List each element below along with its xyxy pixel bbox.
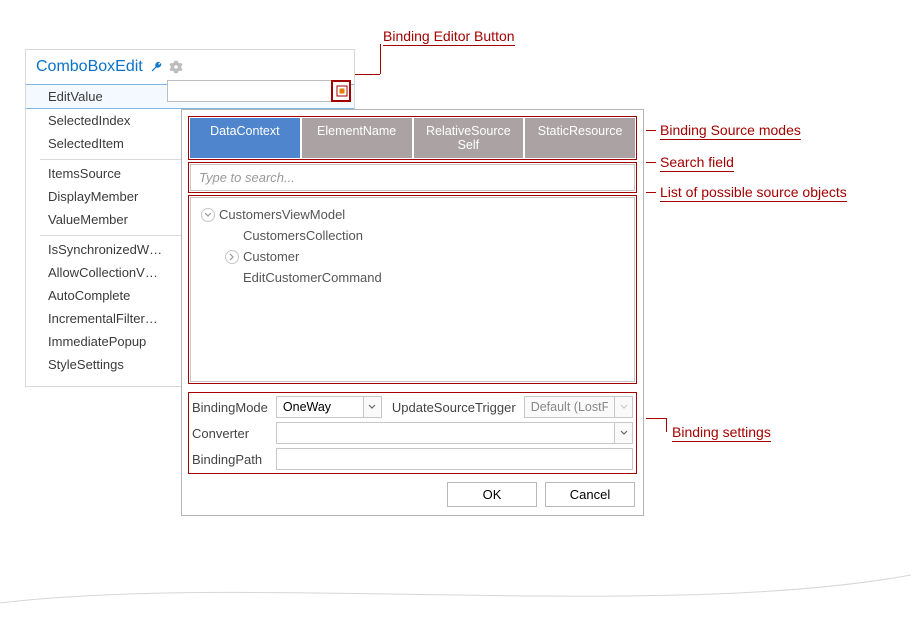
tree-item-label: CustomersCollection xyxy=(243,228,363,243)
tree-item[interactable]: Customer xyxy=(195,246,630,267)
annotation-line xyxy=(646,192,656,193)
cancel-button[interactable]: Cancel xyxy=(545,482,635,507)
chevron-down-icon[interactable] xyxy=(364,396,382,418)
annotation-search-field: Search field xyxy=(660,154,734,172)
binding-editor-button[interactable] xyxy=(332,81,350,101)
page-curl-decoration xyxy=(0,563,911,623)
annotation-source-list: List of possible source objects xyxy=(660,184,847,202)
tab-staticresource[interactable]: StaticResource xyxy=(525,118,635,158)
edit-value-input[interactable] xyxy=(168,81,332,101)
annotation-line xyxy=(380,44,381,74)
control-title: ComboBoxEdit xyxy=(36,58,143,76)
annotation-line xyxy=(352,74,380,75)
property-panel-header: ComboBoxEdit xyxy=(26,50,354,84)
tree-item[interactable]: EditCustomerCommand xyxy=(195,267,630,288)
annotation-line xyxy=(646,162,656,163)
chevron-down-icon[interactable] xyxy=(615,422,633,444)
annotation-binding-button: Binding Editor Button xyxy=(383,28,515,46)
ust-combo[interactable] xyxy=(524,396,615,418)
binding-settings: BindingMode UpdateSourceTrigger xyxy=(190,394,635,472)
annotation-line xyxy=(666,418,667,432)
binding-source-tabs: DataContextElementNameRelativeSource Sel… xyxy=(190,118,635,158)
ust-label: UpdateSourceTrigger xyxy=(384,394,522,420)
tree-item-label: EditCustomerCommand xyxy=(243,270,382,285)
search-input[interactable] xyxy=(190,164,635,191)
search-field-wrap xyxy=(190,164,635,191)
annotation-line xyxy=(646,130,656,131)
converter-combo[interactable] xyxy=(276,422,615,444)
binding-path-label: BindingPath xyxy=(190,446,274,472)
binding-mode-combo[interactable] xyxy=(276,396,364,418)
annotation-binding-settings: Binding settings xyxy=(672,424,771,442)
tab-relativesource-self[interactable]: RelativeSource Self xyxy=(414,118,524,158)
tab-datacontext[interactable]: DataContext xyxy=(190,118,300,158)
annotation-source-modes: Binding Source modes xyxy=(660,122,801,140)
source-object-tree[interactable]: CustomersViewModel CustomersCollection Cus… xyxy=(190,197,635,382)
tree-item-label: CustomersViewModel xyxy=(219,207,345,222)
dialog-buttons: OK Cancel xyxy=(190,482,635,507)
expand-down-icon[interactable] xyxy=(201,208,215,222)
ok-button[interactable]: OK xyxy=(447,482,537,507)
binding-path-input[interactable] xyxy=(276,448,633,470)
chevron-down-icon xyxy=(615,396,633,418)
tab-elementname[interactable]: ElementName xyxy=(302,118,412,158)
expand-right-icon[interactable] xyxy=(225,250,239,264)
binding-mode-label: BindingMode xyxy=(190,394,274,420)
gear-icon[interactable] xyxy=(169,60,183,74)
binding-editor-popup: DataContextElementNameRelativeSource Sel… xyxy=(181,109,644,516)
value-editor xyxy=(167,80,351,102)
tree-item-label: Customer xyxy=(243,249,299,264)
tree-item[interactable]: CustomersCollection xyxy=(195,225,630,246)
wrench-icon[interactable] xyxy=(149,60,163,74)
converter-label: Converter xyxy=(190,420,274,446)
annotation-line xyxy=(646,418,666,419)
tree-item[interactable]: CustomersViewModel xyxy=(195,204,630,225)
